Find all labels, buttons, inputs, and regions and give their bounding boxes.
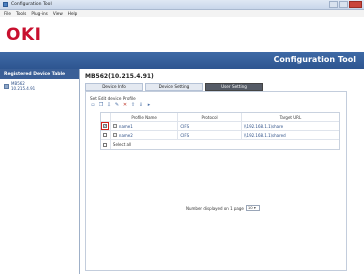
header-target-url[interactable]: Target URL [242, 113, 339, 121]
download-icon[interactable]: ⇓ [138, 102, 144, 108]
oki-logo: OKI [6, 25, 42, 45]
upload-icon[interactable]: ⇧ [130, 102, 136, 108]
menu-tools[interactable]: Tools [16, 11, 26, 16]
sidebar-title: Registered Device Table [0, 69, 79, 79]
target-url-cell: \\192.168.1.1\shared [242, 131, 339, 139]
tab-user-setting[interactable]: User Setting [205, 83, 263, 91]
row-checkbox[interactable] [103, 133, 108, 137]
select-all-checkbox[interactable] [103, 142, 108, 147]
user-setting-panel: Set Edit device Profile ▫ ❐ ⇩ ✎ ✕ ⇧ ⇓ ▸ … [85, 91, 347, 271]
window-titlebar: Configuration Tool [0, 0, 364, 10]
header-protocol[interactable]: Protocol [178, 113, 242, 121]
table-row[interactable]: ✔ name1 CIFS \\192.168.1.1\share [101, 122, 339, 131]
app-icon [3, 2, 8, 7]
profile-name[interactable]: name2 [119, 133, 133, 138]
protocol-value: CIFS [180, 132, 190, 138]
menu-file[interactable]: File [4, 11, 11, 16]
copy-icon[interactable]: ❐ [98, 102, 104, 108]
checkbox-highlight: ✔ [101, 122, 110, 130]
table-header-row: Profile Name Protocol Target URL [101, 113, 339, 122]
profile-toolbar: ▫ ❐ ⇩ ✎ ✕ ⇧ ⇓ ▸ [90, 102, 152, 108]
close-button[interactable] [349, 1, 362, 8]
protocol-cell: CIFS [178, 122, 242, 130]
menubar: File Tools Plug-ins View Help [0, 10, 364, 17]
header-checkbox-col [101, 113, 111, 121]
protocol-cell: CIFS [178, 131, 242, 139]
sidebar: Registered Device Table MB562 10.215.4.9… [0, 69, 80, 274]
select-all-checkbox-cell [101, 140, 111, 149]
title-band: Configuration Tool [0, 52, 364, 69]
edit-icon[interactable]: ✎ [114, 102, 120, 108]
add-icon[interactable]: ▫ [90, 102, 96, 108]
main-content: MB562(10.215.4.91) Device Info Device Se… [82, 69, 364, 274]
profile-name[interactable]: name1 [119, 124, 133, 129]
page-size-label: Number displayed on 1 page [186, 205, 244, 211]
tab-bar: Device Info Device Setting User Setting [85, 83, 263, 91]
profile-icon [112, 124, 117, 128]
menu-plugins[interactable]: Plug-ins [31, 11, 48, 16]
menu-help[interactable]: Help [68, 11, 78, 16]
header-profile-name[interactable]: Profile Name [111, 113, 179, 121]
menu-view[interactable]: View [53, 11, 63, 16]
target-url-value: \\192.168.1.1\shared [243, 132, 286, 138]
device-title: MB562(10.215.4.91) [85, 73, 154, 80]
maximize-button[interactable] [339, 1, 348, 8]
sidebar-device-item[interactable]: MB562 10.215.4.91 [0, 79, 79, 93]
select-all-cell: Select all [111, 140, 339, 149]
profile-name-cell: name1 [111, 122, 179, 130]
row-checkbox-cell: ✔ [101, 122, 111, 130]
page-size-select[interactable]: 10 ▾ [245, 205, 260, 211]
select-all-label: Select all [112, 142, 132, 147]
profile-table: Profile Name Protocol Target URL ✔ name1… [100, 112, 340, 150]
page-size-value: 10 [247, 205, 253, 210]
profile-icon [112, 133, 117, 137]
printer-icon [4, 83, 9, 89]
delete-icon[interactable]: ✕ [122, 102, 128, 108]
tab-device-info[interactable]: Device Info [85, 83, 143, 91]
panel-title: Set Edit device Profile [90, 96, 136, 101]
play-icon[interactable]: ▸ [146, 102, 152, 108]
protocol-value: CIFS [180, 123, 190, 129]
table-row[interactable]: name2 CIFS \\192.168.1.1\shared [101, 131, 339, 140]
profile-name-cell: name2 [111, 131, 179, 139]
minimize-button[interactable] [329, 1, 338, 8]
tab-device-setting[interactable]: Device Setting [145, 83, 203, 91]
page-size-control: Number displayed on 1 page 10 ▾ [186, 205, 260, 211]
device-ip: 10.215.4.91 [11, 86, 36, 91]
window-title: Configuration Tool [11, 2, 52, 7]
app-title: Configuration Tool [273, 55, 356, 64]
window-controls [329, 1, 362, 8]
row-checkbox[interactable]: ✔ [103, 124, 108, 128]
app-header: OKI Configuration Tool [0, 17, 364, 69]
select-all-row: Select all [101, 140, 339, 149]
import-icon[interactable]: ⇩ [106, 102, 112, 108]
row-checkbox-cell [101, 131, 111, 139]
target-url-value: \\192.168.1.1\share [243, 123, 284, 129]
target-url-cell: \\192.168.1.1\share [242, 122, 339, 130]
